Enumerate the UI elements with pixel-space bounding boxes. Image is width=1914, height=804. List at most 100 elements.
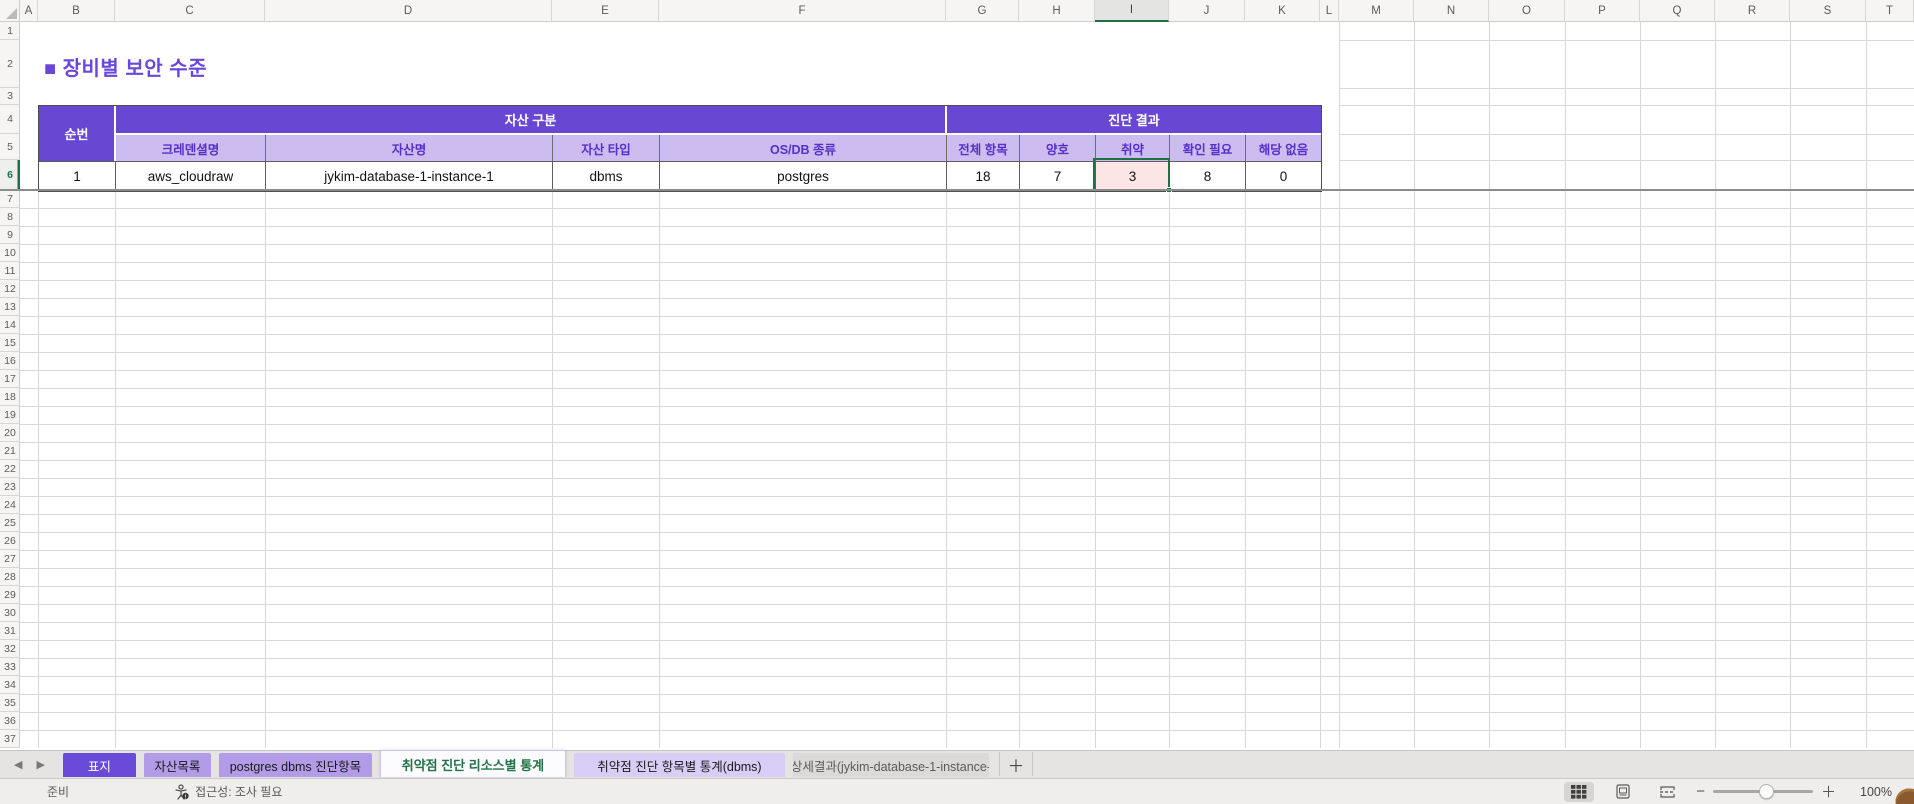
cell-osdb-kind[interactable]: postgres — [660, 161, 947, 191]
subheader-not-applicable[interactable]: 해당 없음 — [1246, 135, 1321, 161]
zoom-in-button[interactable]: ＋ — [1821, 781, 1836, 802]
sheet-tab-1[interactable]: 자산목록 — [144, 753, 211, 777]
column-header-O[interactable]: O — [1489, 0, 1565, 22]
column-header-J[interactable]: J — [1169, 0, 1245, 22]
normal-view-button[interactable] — [1564, 782, 1594, 802]
cell-not-applicable[interactable]: 0 — [1246, 161, 1321, 191]
row-header-21[interactable]: 21 — [0, 442, 20, 460]
row-header-18[interactable]: 18 — [0, 388, 20, 406]
row-header-22[interactable]: 22 — [0, 460, 20, 478]
row-header-33[interactable]: 33 — [0, 658, 20, 676]
accessibility-icon: ! — [174, 784, 189, 800]
column-header-I[interactable]: I — [1095, 0, 1169, 22]
row-header-3[interactable]: 3 — [0, 88, 20, 105]
table-header-result-group[interactable]: 진단 결과 — [947, 106, 1321, 135]
column-header-F[interactable]: F — [659, 0, 946, 22]
sheet-grid[interactable]: ■ 장비별 보안 수준 순번 자산 구분 진단 결과 크레덴셜명 자산명 자산 … — [20, 22, 1914, 748]
row-header-20[interactable]: 20 — [0, 424, 20, 442]
cell-total[interactable]: 18 — [947, 161, 1020, 191]
cell-asset-type[interactable]: dbms — [553, 161, 660, 191]
table-header-seq[interactable]: 순번 — [39, 106, 116, 161]
column-header-B[interactable]: B — [38, 0, 115, 22]
column-header-C[interactable]: C — [115, 0, 265, 22]
column-header-H[interactable]: H — [1019, 0, 1095, 22]
row-header-30[interactable]: 30 — [0, 604, 20, 622]
column-header-R[interactable]: R — [1715, 0, 1790, 22]
column-header-T[interactable]: T — [1866, 0, 1914, 22]
column-header-Q[interactable]: Q — [1640, 0, 1715, 22]
zoom-slider-knob[interactable] — [1759, 784, 1774, 799]
prev-sheet-arrow-icon[interactable]: ◀ — [14, 758, 22, 771]
row-header-13[interactable]: 13 — [0, 298, 20, 316]
cell-credential[interactable]: aws_cloudraw — [116, 161, 266, 191]
sheet-tab-4[interactable]: 취약점 진단 항목별 통계(dbms) — [574, 753, 785, 777]
column-header-L[interactable]: L — [1320, 0, 1339, 22]
row-header-34[interactable]: 34 — [0, 676, 20, 694]
row-header-35[interactable]: 35 — [0, 694, 20, 712]
row-header-36[interactable]: 36 — [0, 712, 20, 730]
row-header-29[interactable]: 29 — [0, 586, 20, 604]
row-header-25[interactable]: 25 — [0, 514, 20, 532]
subheader-asset-name[interactable]: 자산명 — [266, 135, 553, 161]
cell-good[interactable]: 7 — [1020, 161, 1096, 191]
select-all-corner[interactable] — [0, 0, 20, 22]
subheader-good[interactable]: 양호 — [1020, 135, 1096, 161]
row-header-12[interactable]: 12 — [0, 280, 20, 298]
column-header-A[interactable]: A — [20, 0, 38, 22]
column-header-G[interactable]: G — [946, 0, 1019, 22]
row-header-23[interactable]: 23 — [0, 478, 20, 496]
row-header-37[interactable]: 37 — [0, 730, 20, 748]
row-header-4[interactable]: 4 — [0, 105, 20, 134]
row-header-15[interactable]: 15 — [0, 334, 20, 352]
gridline-horizontal — [20, 622, 1914, 623]
page-break-preview-button[interactable] — [1652, 782, 1682, 802]
row-header-26[interactable]: 26 — [0, 532, 20, 550]
row-header-1[interactable]: 1 — [0, 22, 20, 40]
column-header-D[interactable]: D — [265, 0, 552, 22]
add-sheet-button[interactable]: ＋ — [999, 752, 1033, 776]
subheader-check-needed[interactable]: 확인 필요 — [1170, 135, 1246, 161]
sheet-tab-3[interactable]: 취약점 진단 리소스별 통계 — [380, 750, 566, 777]
column-header-K[interactable]: K — [1245, 0, 1320, 22]
zoom-level-label[interactable]: 100% — [1850, 785, 1892, 799]
subheader-credential[interactable]: 크레덴셜명 — [116, 135, 266, 161]
row-header-31[interactable]: 31 — [0, 622, 20, 640]
zoom-out-button[interactable]: − — [1696, 783, 1705, 800]
subheader-total[interactable]: 전체 항목 — [947, 135, 1020, 161]
row-header-5[interactable]: 5 — [0, 134, 20, 160]
status-bar: 준비 ! 접근성: 조사 필요 — [0, 778, 1914, 804]
subheader-asset-type[interactable]: 자산 타입 — [553, 135, 660, 161]
column-header-M[interactable]: M — [1339, 0, 1414, 22]
zoom-slider-track[interactable] — [1713, 790, 1813, 793]
sheet-tab-2[interactable]: postgres dbms 진단항목 — [219, 753, 372, 777]
accessibility-status[interactable]: ! 접근성: 조사 필요 — [174, 783, 282, 800]
row-header-14[interactable]: 14 — [0, 316, 20, 334]
cell-check-needed[interactable]: 8 — [1170, 161, 1246, 191]
table-header-asset-group[interactable]: 자산 구분 — [116, 106, 947, 135]
row-header-32[interactable]: 32 — [0, 640, 20, 658]
sheet-tab-5[interactable]: 상세결과(jykim-database-1-instance- — [793, 753, 989, 777]
column-header-S[interactable]: S — [1790, 0, 1866, 22]
row-header-6[interactable]: 6 — [0, 160, 20, 190]
row-header-16[interactable]: 16 — [0, 352, 20, 370]
row-header-7[interactable]: 7 — [0, 190, 20, 208]
column-header-E[interactable]: E — [552, 0, 659, 22]
row-header-27[interactable]: 27 — [0, 550, 20, 568]
row-header-9[interactable]: 9 — [0, 226, 20, 244]
sheet-tab-0[interactable]: 표지 — [63, 753, 136, 777]
column-header-P[interactable]: P — [1565, 0, 1640, 22]
row-header-8[interactable]: 8 — [0, 208, 20, 226]
row-header-10[interactable]: 10 — [0, 244, 20, 262]
row-header-28[interactable]: 28 — [0, 568, 20, 586]
next-sheet-arrow-icon[interactable]: ▶ — [36, 758, 44, 771]
row-header-17[interactable]: 17 — [0, 370, 20, 388]
row-header-24[interactable]: 24 — [0, 496, 20, 514]
row-header-19[interactable]: 19 — [0, 406, 20, 424]
row-header-2[interactable]: 2 — [0, 40, 20, 88]
subheader-osdb-kind[interactable]: OS/DB 종류 — [660, 135, 947, 161]
cell-asset-name[interactable]: jykim-database-1-instance-1 — [266, 161, 553, 191]
cell-seq[interactable]: 1 — [39, 161, 116, 191]
page-layout-view-button[interactable] — [1608, 782, 1638, 802]
column-header-N[interactable]: N — [1414, 0, 1489, 22]
row-header-11[interactable]: 11 — [0, 262, 20, 280]
